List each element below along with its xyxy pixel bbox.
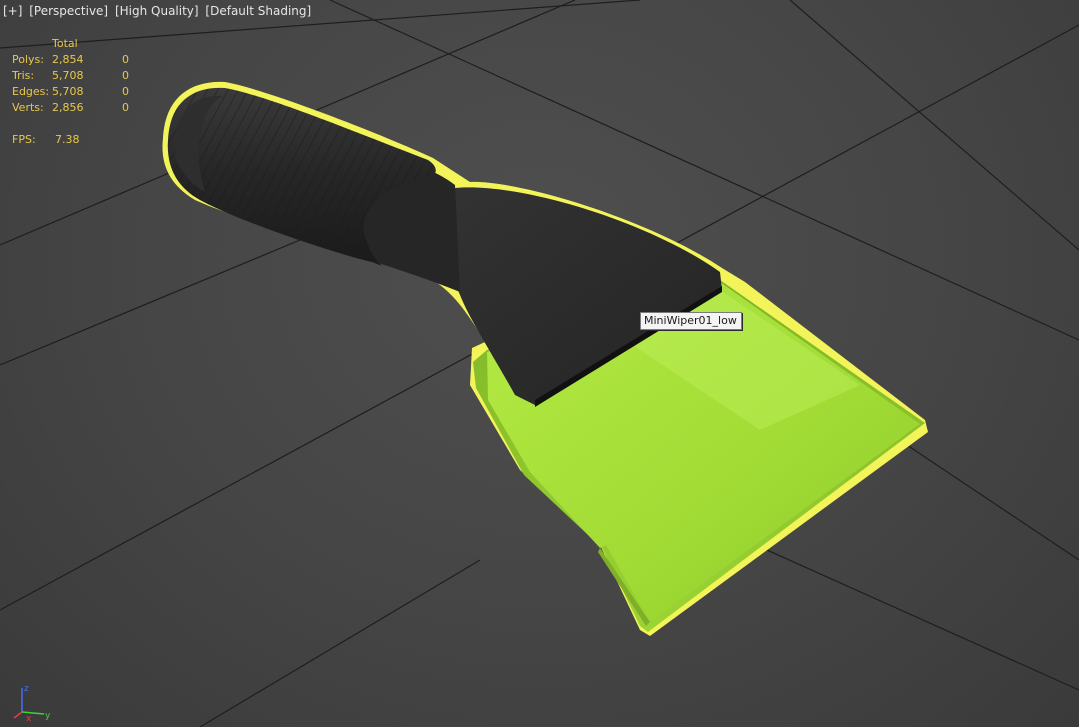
grid-line <box>789 0 1079 251</box>
stats-total: 2,854 <box>52 53 84 66</box>
stats-label: Verts: <box>12 101 44 114</box>
mini-wiper-object[interactable] <box>162 81 929 637</box>
stats-total: 5,708 <box>52 85 84 98</box>
stats-label: Edges: <box>12 85 50 98</box>
scene-canvas[interactable] <box>0 0 1079 727</box>
stats-total: 5,708 <box>52 69 84 82</box>
axis-tripod-icon: z y x <box>13 684 51 722</box>
fps-value: 7.38 <box>55 133 80 146</box>
grid-line <box>199 559 481 727</box>
object-name-tooltip: MiniWiper01_low <box>640 312 742 330</box>
stats-selected: 0 <box>122 69 129 82</box>
axis-z-label: z <box>24 684 29 694</box>
stats-total-header: Total <box>52 37 78 50</box>
viewport-quality-menu[interactable]: [High Quality] <box>115 4 199 18</box>
fps-label: FPS: <box>12 133 36 146</box>
stats-selected: 0 <box>122 101 129 114</box>
viewport-pov-menu[interactable]: [Perspective] <box>29 4 108 18</box>
grid-line <box>0 239 301 366</box>
stats-selected: 0 <box>122 53 129 66</box>
stats-label: Polys: <box>12 53 44 66</box>
perspective-viewport[interactable]: [+] [Perspective] [High Quality] [Defaul… <box>0 0 1079 727</box>
viewport-label-bar: [+] [Perspective] [High Quality] [Defaul… <box>3 4 314 18</box>
axis-x-label: x <box>26 714 32 722</box>
stats-label: Tris: <box>12 69 35 82</box>
stats-total: 2,856 <box>52 101 84 114</box>
axis-y-label: y <box>45 711 51 721</box>
viewport-general-menu[interactable]: [+] <box>3 4 22 18</box>
stats-selected: 0 <box>122 85 129 98</box>
viewport-shading-menu[interactable]: [Default Shading] <box>205 4 311 18</box>
